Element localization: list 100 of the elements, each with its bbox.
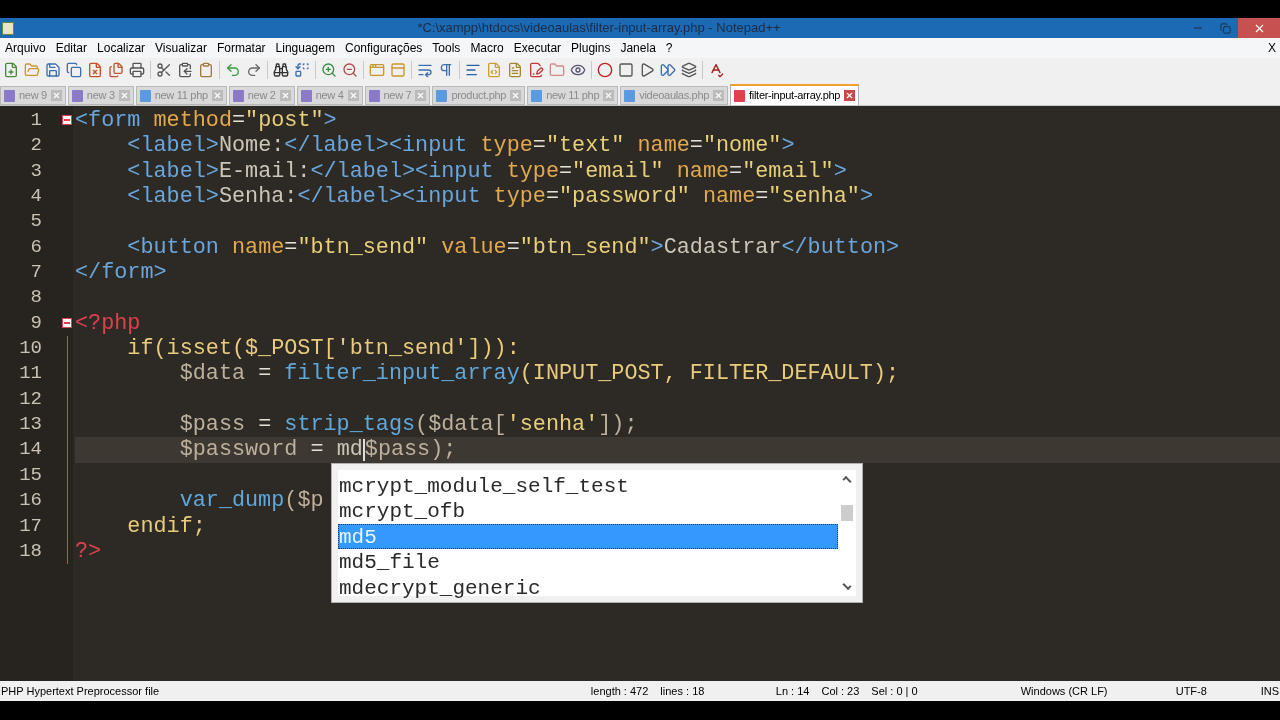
replace-icon[interactable] — [294, 62, 310, 78]
code-token: var_dump — [178, 488, 285, 514]
code-token: </label><input — [310, 158, 494, 185]
code-token: ($data[ — [415, 412, 507, 438]
code-token: E-mail: — [218, 158, 311, 185]
suggestion-item[interactable]: mcrypt_module_self_test — [338, 473, 838, 499]
spell-check-icon[interactable] — [708, 62, 724, 78]
stop-icon[interactable] — [618, 62, 634, 78]
file-icon — [139, 89, 151, 102]
open-folder-icon[interactable] — [24, 62, 40, 78]
code-token: "text" — [545, 133, 625, 159]
scrollbar[interactable] — [838, 470, 856, 596]
new-file-icon[interactable] — [3, 62, 19, 78]
menu-item[interactable]: Formatar — [211, 39, 271, 57]
fold-toggle-icon[interactable] — [62, 115, 72, 125]
line-number: 5 — [29, 209, 42, 235]
menu-item[interactable]: Plugins — [566, 39, 616, 57]
status-text: Ln : 14 — [775, 683, 810, 699]
menu-item[interactable]: Linguagem — [270, 39, 340, 57]
code-token: $password — [178, 437, 298, 463]
menu-item[interactable]: Macro — [465, 39, 509, 57]
menu-item[interactable]: Visualizar — [150, 39, 212, 57]
line-number: 6 — [29, 234, 42, 260]
redo-icon[interactable] — [246, 62, 262, 78]
undo-icon[interactable] — [225, 62, 241, 78]
window-icon[interactable] — [369, 62, 385, 78]
close-document-button[interactable]: X — [1264, 39, 1280, 57]
indent-guide-icon[interactable] — [465, 62, 481, 78]
signature-file-icon[interactable] — [528, 62, 544, 78]
code-token: filter_input_array — [284, 361, 520, 387]
close-tab-icon[interactable] — [844, 90, 856, 101]
code-token: "email" — [742, 158, 834, 185]
tab-label: filter-input-array.php — [749, 88, 841, 104]
file-icon — [71, 89, 83, 102]
code-token: <?php — [75, 310, 141, 337]
status-text: length : 472 — [590, 683, 649, 699]
status-text: Col : 23 — [821, 683, 860, 699]
line-number: 11 — [18, 361, 42, 387]
save-all-icon[interactable] — [66, 62, 82, 78]
line-number: 4 — [29, 184, 42, 210]
menu-item[interactable]: Tools — [427, 39, 466, 57]
zoom-out-icon[interactable] — [342, 62, 358, 78]
line-number: 13 — [18, 412, 42, 438]
eye-icon[interactable] — [570, 62, 586, 78]
scroll-thumb[interactable] — [841, 505, 853, 521]
suggestion-item[interactable]: mcrypt_ofb — [338, 498, 838, 524]
code-token: value — [440, 234, 507, 261]
code-token: </button> — [781, 234, 900, 261]
status-text: PHP Hypertext Preprocessor file — [1, 683, 160, 699]
code-token: </label><input — [284, 133, 468, 159]
code-token: > — [781, 133, 795, 159]
copy-icon[interactable] — [177, 62, 193, 78]
code-token: name — [230, 234, 285, 261]
code-token: = — [755, 184, 769, 210]
layers-icon[interactable] — [681, 62, 697, 78]
code-file-icon[interactable] — [486, 62, 502, 78]
fold-toggle-icon[interactable] — [62, 317, 72, 328]
code-token: method — [152, 108, 232, 134]
line-number: 1 — [29, 108, 42, 133]
code-token: $data — [178, 361, 246, 387]
suggestion-item[interactable]: mdecrypt_generic — [338, 574, 838, 600]
code-token: Senha: — [218, 184, 298, 210]
menu-item[interactable]: Janela — [615, 39, 661, 57]
line-number: 7 — [29, 260, 42, 286]
line-number: 3 — [29, 158, 42, 184]
menu-item[interactable]: Executar — [508, 39, 567, 57]
tab-label: new 3 — [86, 88, 115, 104]
cut-icon[interactable] — [156, 62, 172, 78]
menu-item[interactable]: ? — [660, 39, 678, 57]
code-token: $pass — [178, 412, 246, 438]
record-icon[interactable] — [597, 62, 613, 78]
document-icon[interactable] — [507, 62, 523, 78]
pilcrow-icon[interactable] — [438, 62, 454, 78]
tab-label: videoaulas.php — [639, 88, 710, 104]
menu-item[interactable]: Arquivo — [0, 39, 51, 57]
menu-item[interactable]: Editar — [50, 39, 93, 57]
find-icon[interactable] — [273, 62, 289, 78]
code-token: <button — [126, 234, 219, 261]
code-token: > — [859, 184, 873, 210]
paste-icon[interactable] — [198, 62, 214, 78]
save-icon[interactable] — [45, 62, 61, 78]
window-title: *C:\xampp\htdocs\videoaulas\filter-input-array.php - Notepad++ — [416, 19, 782, 38]
print-icon[interactable] — [129, 62, 145, 78]
code-token: md — [336, 437, 363, 463]
play-icon[interactable] — [639, 62, 655, 78]
zoom-in-icon[interactable] — [321, 62, 337, 78]
code-editor[interactable] — [0, 106, 1280, 681]
menu-item[interactable]: Localizar — [92, 39, 151, 57]
word-wrap-icon[interactable] — [417, 62, 433, 78]
close-file-icon[interactable] — [87, 62, 103, 78]
code-token: ($p — [284, 488, 324, 514]
file-tab[interactable]: filter-input-array.php — [730, 84, 860, 105]
fast-forward-icon[interactable] — [660, 62, 676, 78]
folder-icon[interactable] — [549, 62, 565, 78]
suggestion-item[interactable]: md5_file — [338, 549, 838, 575]
menu-item[interactable]: Configurações — [339, 39, 428, 57]
close-all-icon[interactable] — [108, 62, 124, 78]
code-token: > — [323, 108, 337, 134]
code-token: = — [545, 184, 559, 210]
panel-icon[interactable] — [390, 62, 406, 78]
